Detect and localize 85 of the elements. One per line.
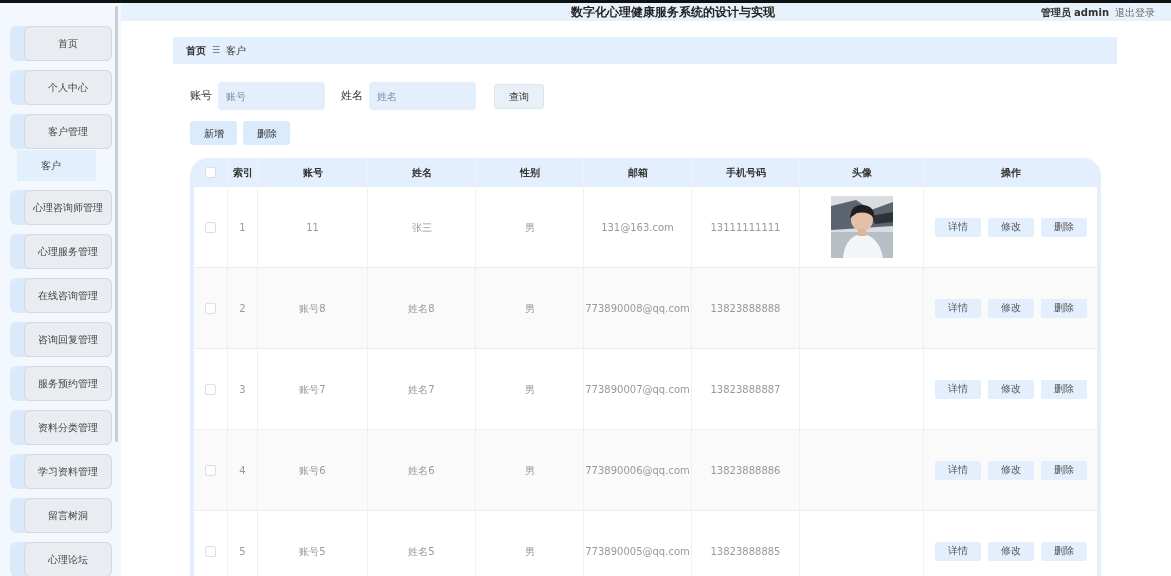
- row-action-button[interactable]: 修改: [987, 217, 1034, 237]
- checkbox[interactable]: [205, 221, 216, 233]
- breadcrumb-item[interactable]: 客户: [226, 43, 247, 58]
- row-action-button[interactable]: 详情: [934, 379, 981, 399]
- checkbox[interactable]: [205, 464, 216, 476]
- breadcrumb-item[interactable]: 首页: [186, 43, 206, 58]
- table-cell-text: 姓名7: [408, 382, 435, 397]
- sidebar-menu-item[interactable]: 学习资料管理: [10, 454, 112, 489]
- table-cell-text: 男: [524, 382, 535, 397]
- row-action-button[interactable]: 修改: [987, 541, 1034, 561]
- table-cell-text: 773890008@qq.com: [585, 301, 690, 316]
- table-cell-text: 张三: [411, 220, 432, 235]
- sidebar-menu-item[interactable]: 服务预约管理: [10, 366, 112, 401]
- row-action-button[interactable]: 删除: [1040, 217, 1087, 237]
- logout-link[interactable]: 退出登录: [1115, 4, 1155, 20]
- row-action-button[interactable]: 修改: [987, 298, 1034, 318]
- column-header: 姓名: [411, 166, 432, 180]
- checkbox[interactable]: [205, 302, 216, 314]
- checkbox[interactable]: [205, 383, 216, 395]
- table-cell-text: 1: [239, 220, 246, 235]
- column-header: 性别: [519, 166, 540, 180]
- column-header: 操作: [1000, 166, 1021, 180]
- row-action-button[interactable]: 修改: [987, 460, 1034, 480]
- table-cell-text: 773890005@qq.com: [585, 544, 690, 559]
- sidebar-menu-item[interactable]: 心理论坛: [10, 542, 112, 576]
- sidebar-menu-item[interactable]: 心理咨询师管理: [10, 190, 112, 225]
- sidebar-menu-item[interactable]: 客户管理: [10, 114, 112, 149]
- field-label: 账号: [190, 87, 212, 104]
- column-header: 索引: [232, 166, 253, 180]
- table-cell-text: 5: [239, 544, 246, 559]
- table-cell-text: 13823888887: [710, 382, 781, 397]
- table-cell-text: 男: [524, 301, 535, 316]
- sidebar-menu-item[interactable]: 个人中心: [10, 70, 112, 105]
- table-cell-text: 男: [524, 463, 535, 478]
- table-cell-text: 4: [239, 463, 246, 478]
- table-cell-text: 13823888885: [710, 544, 781, 559]
- table-cell-text: 3: [239, 382, 246, 397]
- row-action-button[interactable]: 详情: [934, 298, 981, 318]
- sidebar-menu-item[interactable]: 咨询回复管理: [10, 322, 112, 357]
- table-cell-text: 账号6: [299, 463, 326, 478]
- table-cell-text: 773890007@qq.com: [585, 382, 690, 397]
- table-cell-text: 131@163.com: [601, 220, 674, 235]
- table-cell-text: 2: [239, 301, 246, 316]
- column-header: 账号: [302, 166, 323, 180]
- table-cell-text: 账号7: [299, 382, 326, 397]
- table-cell-text: 773890006@qq.com: [585, 463, 690, 478]
- table-cell-text: 13111111111: [710, 220, 781, 235]
- search-field[interactable]: 姓名: [369, 82, 476, 110]
- column-header: 头像: [851, 166, 872, 180]
- search-field[interactable]: 账号: [218, 82, 325, 110]
- table-cell-text: 13823888888: [710, 301, 781, 316]
- table-cell-text: 姓名5: [408, 544, 435, 559]
- table-cell-text: 男: [524, 544, 535, 559]
- row-action-button[interactable]: 删除: [1040, 379, 1087, 399]
- row-action-button[interactable]: 删除: [1040, 541, 1087, 561]
- sidebar-menu-item[interactable]: 首页: [10, 26, 112, 61]
- user-label: 管理员 admin: [1040, 5, 1109, 20]
- row-action-button[interactable]: 删除: [1040, 298, 1087, 318]
- app-title: 数字化心理健康服务系统的设计与实现: [569, 4, 776, 21]
- row-action-button[interactable]: 详情: [934, 460, 981, 480]
- table-cell-text: 姓名8: [408, 301, 435, 316]
- column-header: 邮箱: [627, 166, 648, 180]
- column-header: 手机号码: [725, 166, 766, 180]
- table-cell-text: 男: [524, 220, 535, 235]
- row-action-button[interactable]: 详情: [934, 541, 981, 561]
- table-cell-text: 13823888886: [710, 463, 781, 478]
- checkbox[interactable]: [205, 545, 216, 557]
- sidebar-menu-item[interactable]: 资料分类管理: [10, 410, 112, 445]
- sidebar-menu-item[interactable]: 心理服务管理: [10, 234, 112, 269]
- action-button[interactable]: 删除: [243, 121, 290, 145]
- breadcrumb-separator: ☰: [212, 43, 221, 57]
- table-cell-text: 姓名6: [408, 463, 435, 478]
- table-cell-text: 11: [306, 220, 319, 235]
- row-action-button[interactable]: 删除: [1040, 460, 1087, 480]
- sidebar-submenu-item[interactable]: 客户: [17, 150, 96, 181]
- row-action-button[interactable]: 修改: [987, 379, 1034, 399]
- sidebar-menu-item[interactable]: 在线咨询管理: [10, 278, 112, 313]
- field-label: 姓名: [341, 87, 363, 104]
- row-action-button[interactable]: 详情: [934, 217, 981, 237]
- checkbox[interactable]: [205, 167, 216, 178]
- sidebar-menu-item[interactable]: 留言树洞: [10, 498, 112, 533]
- query-button[interactable]: 查询: [494, 83, 544, 109]
- table-cell-text: 账号8: [299, 301, 326, 316]
- table-cell-text: 账号5: [299, 544, 326, 559]
- action-button[interactable]: 新增: [190, 121, 237, 145]
